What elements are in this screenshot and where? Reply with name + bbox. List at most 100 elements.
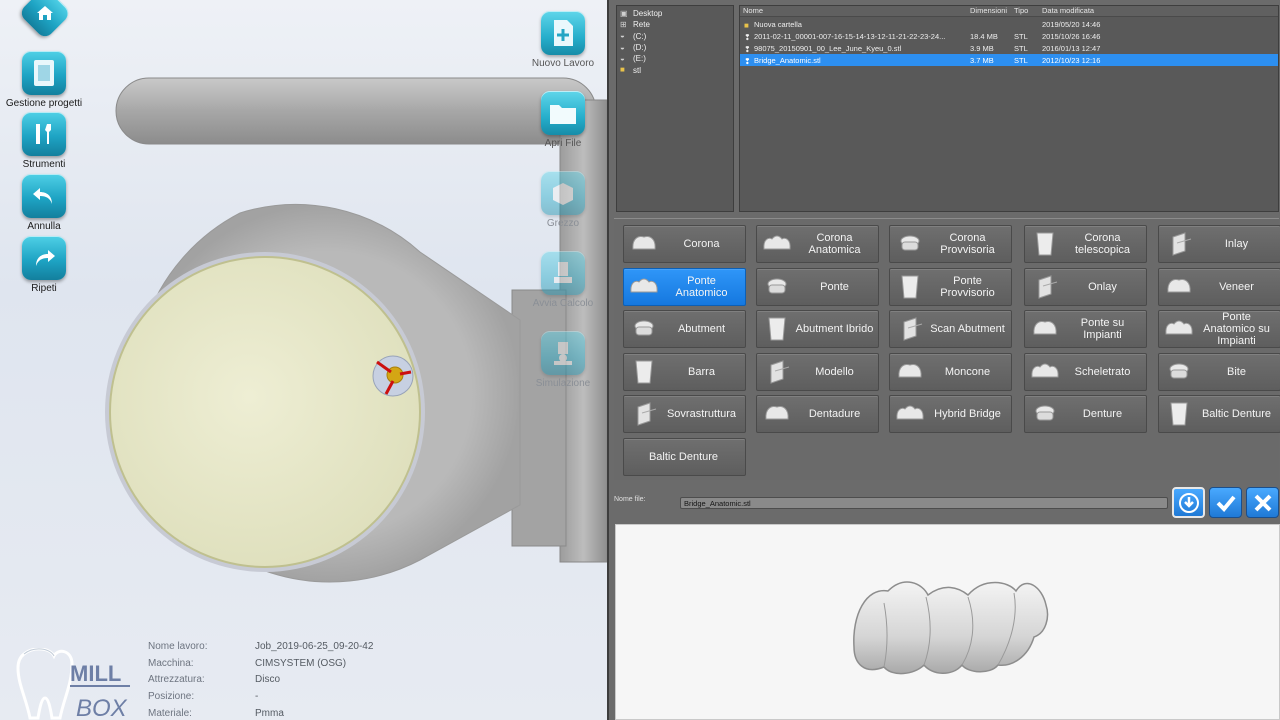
avvia-calcolo-button[interactable]: Avvia Calcolo [523,251,603,309]
tree-item-rete[interactable]: ⊞ Rete [620,19,730,30]
col-date[interactable]: Data modificata [1039,6,1159,16]
restoration-icon [763,235,791,250]
tree-item-c[interactable]: ◒ (C:) [620,31,730,42]
restoration-icon [1031,363,1059,378]
file-row[interactable]: ❢ 98075_20150901_00_Lee_June_Kyeu_0.stl 3… [740,42,1278,54]
restoration-icon [770,360,790,384]
type-button-ponte-su-impianti[interactable]: Ponte su Impianti [1024,310,1147,348]
type-button-ponte[interactable]: Ponte [756,268,879,306]
tree-item-stl[interactable]: ■ stl [620,64,730,75]
info-row: Materiale: Pmma [148,707,284,719]
type-label: Veneer [1219,281,1254,293]
model-preview[interactable] [615,524,1280,720]
type-label: Modello [815,366,854,378]
svg-text:BOX: BOX [76,695,128,720]
nuovo-lavoro-button[interactable]: Nuovo Lavoro [523,11,603,69]
file-row[interactable]: ❢ 2011-02-11_00001-007-16-15-14-13-12-11-… [740,30,1278,42]
download-icon [1178,492,1199,513]
millbox-logo: MILL BOX [14,647,134,720]
type-label: Barra [688,366,715,378]
restoration-icon [768,317,786,341]
restoration-icon [896,405,924,420]
filename-input[interactable] [680,497,1168,509]
type-button-hybrid-bridge[interactable]: Hybrid Bridge [889,395,1012,433]
restoration-icon [632,236,656,250]
type-button-ponte-anatomico[interactable]: Ponte Anatomico [623,268,746,306]
info-row: Posizione: - [148,691,259,703]
file-row-selected[interactable]: ❢ Bridge_Anatomic.stl 3.7 MB STL 2012/10/23… [740,54,1278,66]
type-button-veneer[interactable]: Veneer [1158,268,1280,306]
filename-label: Nome file: [614,496,646,503]
type-label: Corona Provvisoria [940,232,995,256]
svg-text:MILL: MILL [70,661,121,686]
col-size[interactable]: Dimensioni [967,6,1011,16]
col-type[interactable]: Tipo [1011,6,1039,16]
type-label: Dentadure [808,408,861,420]
strumenti-button[interactable]: Strumenti [0,112,89,170]
type-button-corona-anatomica[interactable]: Corona Anatomica [756,225,879,263]
annulla-button[interactable]: Annulla [0,174,89,232]
type-label: Moncone [944,366,991,378]
type-label: Baltic Denture [1201,408,1272,420]
tools-icon [22,112,66,156]
type-button-ponte-anatomico-su-impianti[interactable]: Ponte Anatomico su Impianti [1158,310,1280,348]
ripeti-button[interactable]: Ripeti [0,236,89,294]
stl-file-icon: ❢ [744,32,751,41]
type-label: Baltic Denture [648,451,719,463]
gestione-progetti-button[interactable]: Gestione progetti [0,51,89,109]
type-button-baltic-denture[interactable]: Baltic Denture [1158,395,1280,433]
grezzo-button[interactable]: Grezzo [523,171,603,229]
type-button-scan-abutment[interactable]: Scan Abutment [889,310,1012,348]
machine-scene [105,77,607,583]
type-label: Scheletrato [1074,366,1131,378]
simulazione-button[interactable]: Simulazione [523,331,603,389]
folder-tree[interactable]: ▣ Desktop ⊞ Rete ◒ (C:) ◒ (D:) ◒ (E:) ■ stl [616,5,734,212]
apri-file-button[interactable]: Apri File [523,91,603,149]
file-row[interactable]: ■ Nuova cartella 2019/05/20 14:46 [740,18,1278,30]
restoration-icon [1172,232,1192,256]
network-icon: ⊞ [620,19,627,29]
type-button-corona[interactable]: Corona [623,225,746,263]
home-button[interactable] [0,0,90,40]
type-button-moncone[interactable]: Moncone [889,353,1012,391]
simulation-icon [541,331,585,375]
type-button-ponte-provvisorio[interactable]: Ponte Provvisorio [889,268,1012,306]
stl-file-icon: ❢ [744,44,751,53]
type-button-abutment[interactable]: Abutment [623,310,746,348]
new-job-icon [541,11,585,55]
stl-file-icon: ❢ [744,56,751,65]
type-button-corona-provvisoria[interactable]: Corona Provvisoria [889,225,1012,263]
type-button-bite[interactable]: Bite [1158,353,1280,391]
tree-item-desktop[interactable]: ▣ Desktop [620,8,730,19]
type-button-barra[interactable]: Barra [623,353,746,391]
type-button-dentadure[interactable]: Dentadure [756,395,879,433]
restoration-icon [635,360,653,384]
restoration-icon [1038,275,1058,299]
col-name[interactable]: Nome [740,6,967,16]
confirm-button[interactable] [1209,487,1242,518]
type-button-onlay[interactable]: Onlay [1024,268,1147,306]
type-button-sovrastruttura[interactable]: Sovrastruttura [623,395,746,433]
type-button-scheletrato[interactable]: Scheletrato [1024,353,1147,391]
tree-item-e[interactable]: ◒ (E:) [620,53,730,64]
restoration-icon [898,364,922,378]
file-list-header: Nome Dimensioni Tipo Data modificata [740,6,1278,17]
type-label: Abutment [677,323,726,335]
desktop-icon: ▣ [620,8,628,18]
type-button-inlay[interactable]: Inlay [1158,225,1280,263]
type-button-baltic-denture[interactable]: Baltic Denture [623,438,746,476]
restoration-icon [1167,279,1191,293]
load-file-button[interactable] [1172,487,1205,518]
type-button-corona-telescopica[interactable]: Corona telescopica [1024,225,1147,263]
type-label: Ponte su Impianti [1080,317,1125,341]
type-button-denture[interactable]: Denture [1024,395,1147,433]
file-list[interactable]: Nome Dimensioni Tipo Data modificata ■ Nu… [739,5,1279,212]
cancel-button[interactable] [1246,487,1279,518]
type-label: Ponte [820,281,849,293]
type-button-modello[interactable]: Modello [756,353,879,391]
tree-item-d[interactable]: ◒ (D:) [620,42,730,53]
3d-viewport[interactable]: Gestione progetti Strumenti Annulla Ripe… [0,0,607,720]
folder-icon: ■ [620,65,625,75]
drive-icon: ◒ [620,53,625,63]
type-button-abutment-ibrido[interactable]: Abutment Ibrido [756,310,879,348]
